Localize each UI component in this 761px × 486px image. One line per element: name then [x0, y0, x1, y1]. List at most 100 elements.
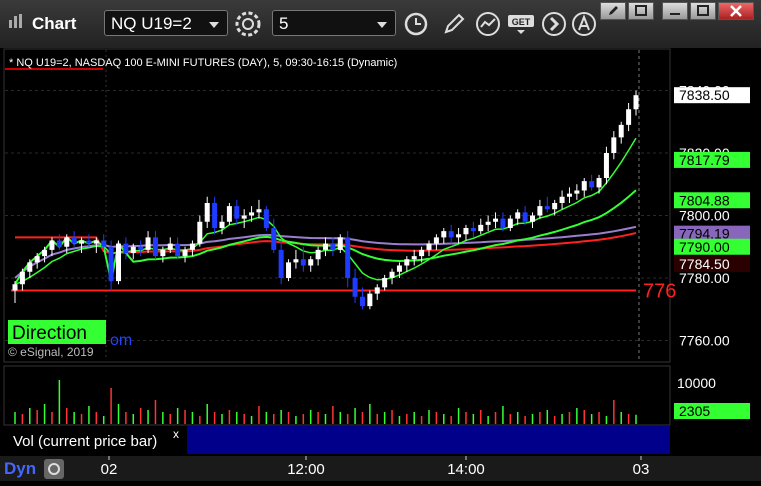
- volume-bar: [21, 414, 24, 424]
- candle: [618, 121, 624, 144]
- candle: [145, 231, 151, 253]
- candle-body: [359, 296, 365, 307]
- volume-bar: [221, 414, 223, 424]
- candle: [278, 240, 284, 285]
- candle-body: [64, 237, 70, 247]
- candle-body: [500, 218, 506, 228]
- price-badge-value: 7817.79: [679, 152, 730, 168]
- candle-body: [286, 262, 292, 278]
- volume-bar: [117, 404, 120, 424]
- alert-icon[interactable]: [570, 10, 598, 38]
- volume-bar: [443, 414, 445, 424]
- volume-bar: [273, 414, 275, 424]
- close-window-button[interactable]: [718, 2, 754, 20]
- fast-average-line: [14, 137, 637, 286]
- symbol-select[interactable]: NQ U19=2: [104, 10, 228, 36]
- candle-body: [300, 259, 306, 266]
- chevron-down-icon: [209, 22, 219, 28]
- volume-bar: [295, 416, 297, 424]
- volume-bar: [58, 380, 61, 424]
- candle: [138, 240, 144, 257]
- candle-body: [463, 228, 469, 235]
- get-data-icon[interactable]: GET: [506, 10, 536, 38]
- volume-bar: [576, 408, 578, 424]
- candle: [589, 174, 595, 191]
- volume-bar: [228, 410, 231, 424]
- time-tick-label: 03: [633, 461, 650, 478]
- candle-body: [189, 243, 195, 250]
- candle: [152, 231, 158, 260]
- volume-bar: [480, 410, 482, 424]
- price-chart[interactable]: * NQ U19=2, NASDAQ 100 E-MINI FUTURES (D…: [3, 48, 758, 456]
- candle-body: [581, 181, 587, 191]
- candle-body: [27, 262, 33, 272]
- close-icon: [730, 5, 742, 17]
- settings-gear-icon[interactable]: [234, 10, 262, 38]
- candle: [345, 231, 351, 288]
- price-badges: 7838.507817.797804.887794.197790.007784.…: [674, 87, 750, 272]
- candle: [463, 224, 469, 241]
- volume-bar: [206, 404, 208, 424]
- candle-body: [396, 265, 402, 272]
- interval-select[interactable]: 5: [272, 10, 396, 36]
- price-badge-value: 7804.88: [679, 192, 730, 208]
- candle-body: [71, 237, 77, 244]
- close-volume-icon[interactable]: x: [173, 427, 179, 441]
- price-badge: 7804.88: [674, 192, 750, 209]
- volume-bar: [598, 412, 600, 424]
- maximize-window-button[interactable]: [690, 2, 716, 20]
- price-badge-value: 7790.00: [679, 239, 730, 255]
- volume-bar: [250, 416, 253, 424]
- study-line-icon[interactable]: [474, 10, 502, 38]
- candle: [470, 221, 476, 238]
- candle-body: [42, 249, 48, 257]
- candle: [308, 256, 314, 272]
- volume-bar: [132, 414, 135, 424]
- volume-bar: [539, 412, 541, 424]
- candle: [116, 240, 121, 285]
- candle: [411, 249, 417, 266]
- pencil-draw-icon[interactable]: [440, 10, 468, 38]
- volume-bar: [583, 410, 585, 424]
- candle-body: [367, 293, 373, 307]
- candle-body: [478, 224, 484, 232]
- candle-body: [204, 203, 210, 222]
- volume-bar: [110, 388, 112, 424]
- candle-body: [337, 237, 343, 250]
- time-axis-bar: Dyn 02 12:00 14:00 03: [0, 456, 761, 481]
- interval-value: 5: [279, 14, 289, 33]
- candle-body: [271, 228, 277, 250]
- candle-body: [167, 243, 173, 250]
- link-icon[interactable]: [44, 459, 64, 479]
- volume-bar: [51, 412, 53, 424]
- candle-body: [456, 234, 462, 238]
- restore-window-button[interactable]: [628, 2, 654, 20]
- candle-body: [34, 256, 40, 263]
- candle: [212, 196, 218, 235]
- minimize-window-button[interactable]: [662, 2, 688, 20]
- volume-bar: [406, 414, 408, 424]
- volume-bar: [516, 412, 519, 424]
- candle-body: [352, 278, 358, 297]
- time-tick-label: 12:00: [287, 461, 325, 478]
- volume-bar: [465, 412, 467, 424]
- app-title: Chart: [32, 14, 77, 33]
- volume-bar: [332, 406, 334, 424]
- volume-bar: [66, 408, 68, 424]
- forward-arrow-icon[interactable]: [540, 10, 568, 38]
- volume-bar: [561, 414, 563, 424]
- volume-bar: [339, 412, 342, 424]
- candle-body: [389, 271, 395, 278]
- chart-area[interactable]: * NQ U19=2, NASDAQ 100 E-MINI FUTURES (D…: [3, 48, 758, 456]
- edit-window-button[interactable]: [600, 2, 626, 20]
- volume-bar: [627, 414, 630, 424]
- volume-bar: [162, 412, 164, 424]
- volume-bar: [236, 412, 238, 424]
- clock-icon[interactable]: [402, 10, 430, 38]
- dynamic-mode-label[interactable]: Dyn: [4, 459, 36, 478]
- candle: [19, 268, 25, 291]
- candle-body: [626, 109, 632, 125]
- candle-body: [507, 218, 513, 228]
- candle-body: [596, 178, 602, 188]
- volume-bar: [199, 416, 201, 424]
